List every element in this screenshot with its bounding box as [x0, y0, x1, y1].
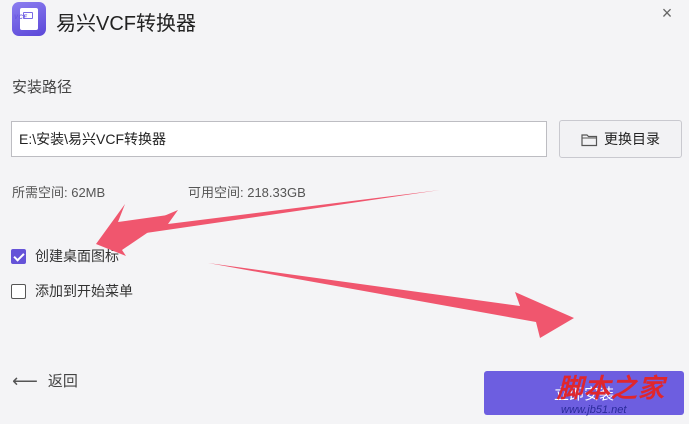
add-to-start-menu-checkbox[interactable] [11, 283, 26, 299]
annotation-arrows [96, 160, 598, 338]
annotation-arrow-to-install [208, 263, 574, 338]
add-to-start-menu-label: 添加到开始菜单 [35, 283, 133, 299]
install-path-field[interactable]: E:\安装\易兴VCF转换器 [11, 121, 547, 157]
title-bar: VCF 易兴VCF转换器 × [0, 0, 689, 40]
folder-icon [581, 133, 598, 146]
window-title: 易兴VCF转换器 [56, 13, 196, 35]
install-now-button[interactable]: 立即安装 [484, 371, 684, 415]
back-button[interactable]: ⟵ 返回 [12, 370, 78, 391]
back-label: 返回 [47, 373, 78, 390]
create-desktop-icon-option[interactable]: 创建桌面图标 [11, 246, 119, 266]
install-path-label: 安装路径 [12, 79, 73, 96]
add-to-start-menu-option[interactable]: 添加到开始菜单 [11, 281, 133, 301]
annotation-arrow-to-checkbox [98, 160, 598, 252]
change-directory-label: 更换目录 [604, 131, 660, 147]
create-desktop-icon-checkbox[interactable] [11, 248, 26, 264]
change-directory-button[interactable]: 更换目录 [559, 120, 682, 158]
available-space-text: 可用空间: 218.33GB [188, 185, 306, 200]
close-button[interactable]: × [655, 2, 679, 26]
app-logo-icon: VCF [12, 2, 46, 36]
required-space-text: 所需空间: 62MB [12, 185, 106, 200]
arrow-left-icon: ⟵ [12, 370, 38, 391]
create-desktop-icon-label: 创建桌面图标 [35, 248, 119, 264]
